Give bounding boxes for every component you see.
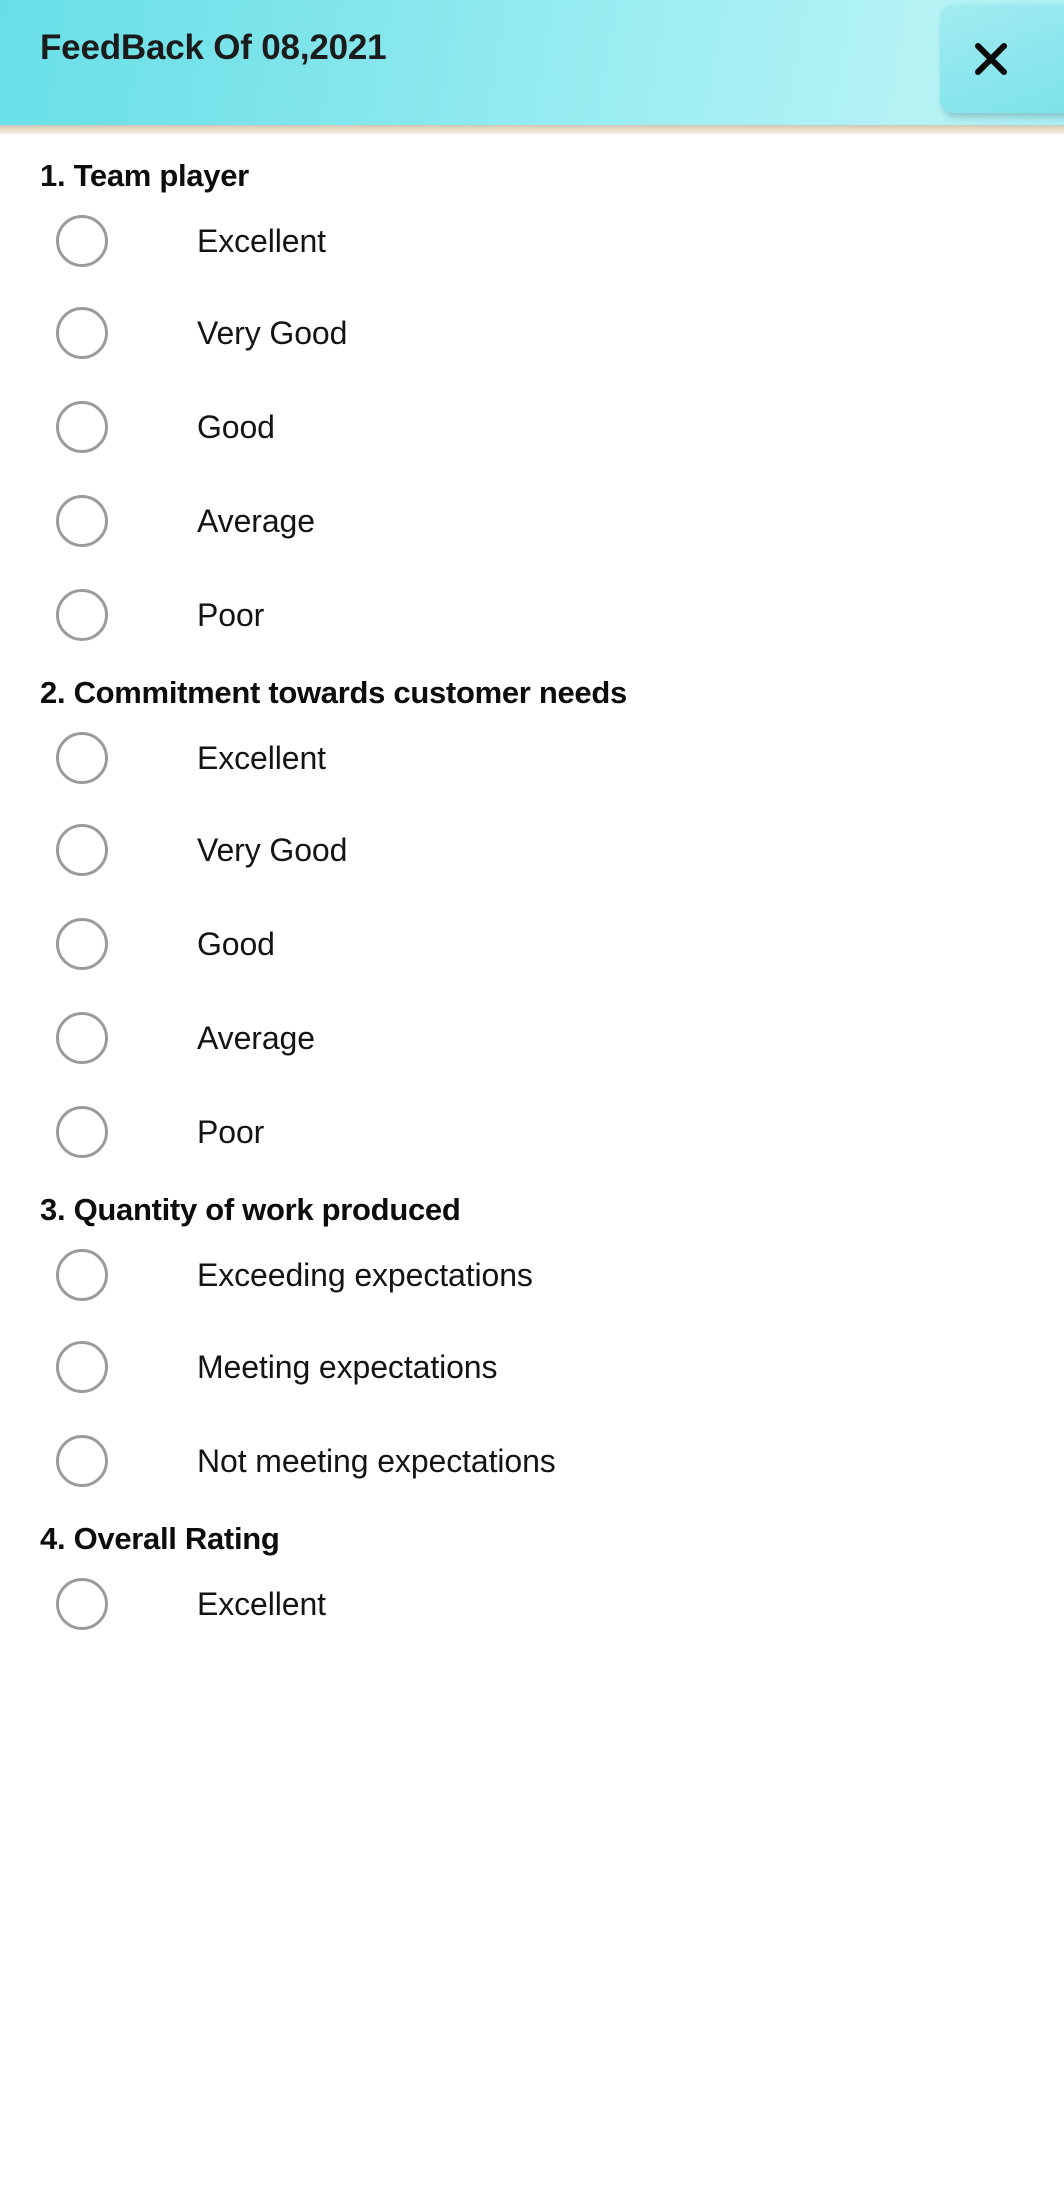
close-icon bbox=[940, 5, 1042, 113]
option-row[interactable]: Very Good bbox=[0, 803, 1064, 897]
option-label: Excellent bbox=[197, 739, 326, 776]
radio-button-icon[interactable] bbox=[56, 1012, 108, 1064]
option-label: Very Good bbox=[197, 314, 348, 351]
option-label: Average bbox=[197, 1019, 315, 1056]
option-row[interactable]: Meeting expectations bbox=[0, 1320, 1064, 1414]
question-title: 4. Overall Rating bbox=[40, 1521, 280, 1556]
option-row[interactable]: Not meeting expectations bbox=[0, 1414, 1064, 1508]
option-row[interactable]: Excellent bbox=[0, 713, 1064, 803]
question-block-2: 2. Commitment towards customer needs Exc… bbox=[0, 662, 1064, 1179]
option-row[interactable]: Good bbox=[0, 897, 1064, 991]
option-label: Not meeting expectations bbox=[197, 1442, 556, 1479]
question-block-4: 4. Overall Rating Excellent bbox=[0, 1508, 1064, 1649]
radio-button-icon[interactable] bbox=[56, 824, 108, 876]
option-row[interactable]: Poor bbox=[0, 568, 1064, 662]
radio-button-icon[interactable] bbox=[56, 401, 108, 453]
option-row[interactable]: Excellent bbox=[0, 1559, 1064, 1649]
radio-button-icon[interactable] bbox=[56, 1249, 108, 1301]
option-row[interactable]: Average bbox=[0, 474, 1064, 568]
radio-button-icon[interactable] bbox=[56, 495, 108, 547]
option-label: Meeting expectations bbox=[197, 1348, 498, 1385]
option-row[interactable]: Good bbox=[0, 380, 1064, 474]
close-button[interactable] bbox=[940, 5, 1064, 113]
radio-button-icon[interactable] bbox=[56, 1435, 108, 1487]
radio-button-icon[interactable] bbox=[56, 307, 108, 359]
option-label: Poor bbox=[197, 1113, 265, 1150]
option-row[interactable]: Average bbox=[0, 991, 1064, 1085]
questions-list: 1. Team player Excellent Very Good Good … bbox=[0, 134, 1064, 1649]
option-label: Good bbox=[197, 408, 275, 445]
question-title: 3. Quantity of work produced bbox=[40, 1192, 461, 1227]
option-label: Exceeding expectations bbox=[197, 1256, 533, 1293]
question-title: 2. Commitment towards customer needs bbox=[40, 675, 627, 710]
radio-button-icon[interactable] bbox=[56, 732, 108, 784]
option-label: Very Good bbox=[197, 831, 348, 868]
question-title: 1. Team player bbox=[40, 158, 249, 193]
option-label: Average bbox=[197, 502, 315, 539]
option-row[interactable]: Exceeding expectations bbox=[0, 1230, 1064, 1320]
option-label: Excellent bbox=[197, 222, 326, 259]
page-title: FeedBack Of 08,2021 bbox=[40, 28, 387, 67]
question-block-3: 3. Quantity of work produced Exceeding e… bbox=[0, 1179, 1064, 1508]
question-block-1: 1. Team player Excellent Very Good Good … bbox=[0, 145, 1064, 662]
radio-button-icon[interactable] bbox=[56, 1341, 108, 1393]
option-row[interactable]: Very Good bbox=[0, 286, 1064, 380]
option-label: Excellent bbox=[197, 1585, 326, 1622]
radio-button-icon[interactable] bbox=[56, 589, 108, 641]
option-label: Poor bbox=[197, 596, 265, 633]
feedback-dialog: FeedBack Of 08,2021 1. Team player Excel… bbox=[0, 0, 1064, 2195]
radio-button-icon[interactable] bbox=[56, 1578, 108, 1630]
header-separator bbox=[0, 125, 1064, 134]
radio-button-icon[interactable] bbox=[56, 215, 108, 267]
option-row[interactable]: Excellent bbox=[0, 196, 1064, 286]
dialog-header: FeedBack Of 08,2021 bbox=[0, 0, 1064, 125]
radio-button-icon[interactable] bbox=[56, 918, 108, 970]
option-row[interactable]: Poor bbox=[0, 1085, 1064, 1179]
radio-button-icon[interactable] bbox=[56, 1106, 108, 1158]
option-label: Good bbox=[197, 925, 275, 962]
